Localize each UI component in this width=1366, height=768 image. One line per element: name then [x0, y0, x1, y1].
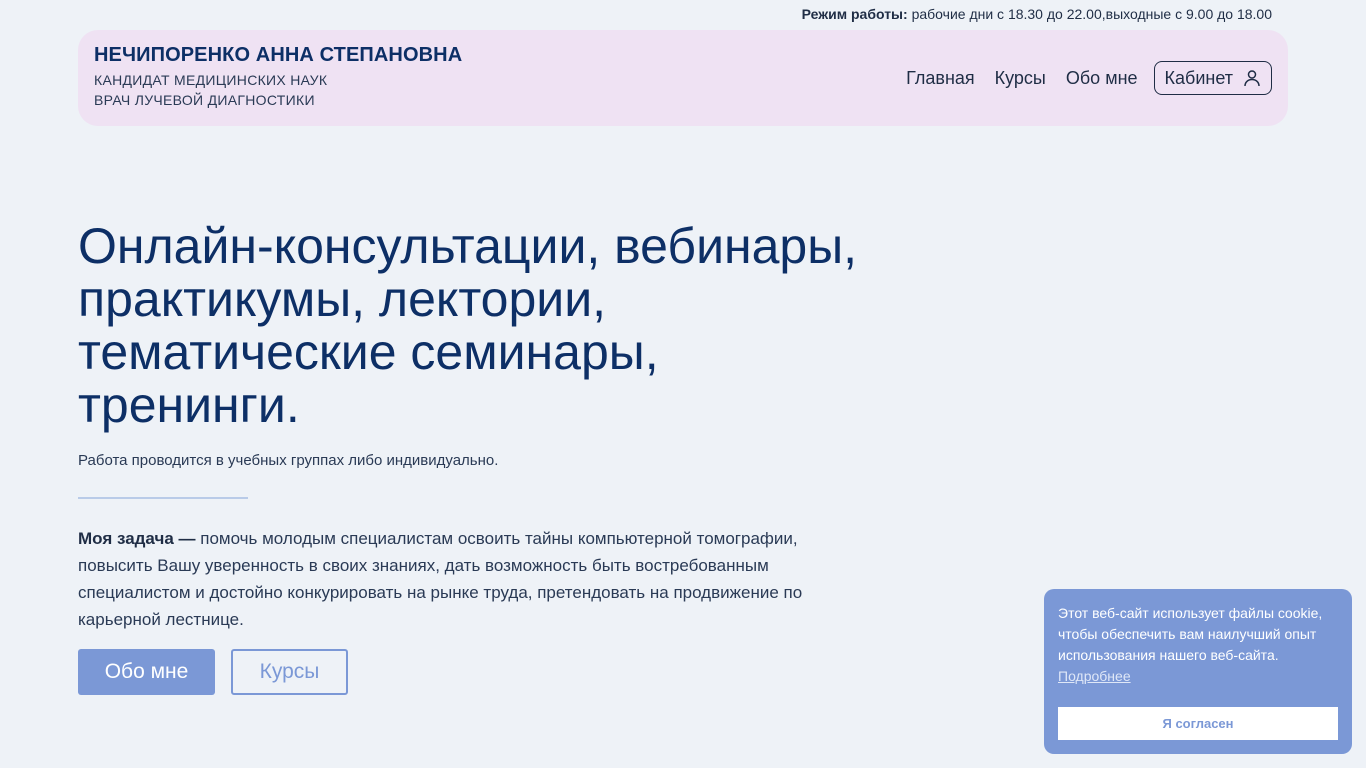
main-nav: Главная Курсы Обо мне Кабинет — [886, 61, 1272, 95]
task-label: Моя задача — — [78, 529, 196, 548]
cabinet-button[interactable]: Кабинет — [1153, 61, 1272, 95]
nav-home[interactable]: Главная — [906, 68, 975, 89]
cabinet-label: Кабинет — [1164, 67, 1233, 88]
nav-courses[interactable]: Курсы — [995, 68, 1046, 89]
brand: НЕЧИПОРЕНКО АННА СТЕПАНОВНА КАНДИДАТ МЕД… — [94, 44, 462, 110]
nav-about[interactable]: Обо мне — [1066, 68, 1138, 89]
user-icon — [1244, 70, 1260, 87]
doctor-specialty: ВРАЧ ЛУЧЕВОЙ ДИАГНОСТИКИ — [94, 92, 315, 108]
about-button[interactable]: Обо мне — [78, 649, 215, 695]
task-paragraph: Моя задача — помочь молодым специалистам… — [78, 525, 858, 633]
working-hours-value: рабочие дни с 18.30 до 22.00,выходные с … — [911, 6, 1272, 22]
divider — [78, 497, 248, 499]
doctor-name[interactable]: НЕЧИПОРЕНКО АННА СТЕПАНОВНА — [94, 44, 462, 67]
doctor-titles: КАНДИДАТ МЕДИЦИНСКИХ НАУК ВРАЧ ЛУЧЕВОЙ Д… — [94, 70, 462, 110]
doctor-degree: КАНДИДАТ МЕДИЦИНСКИХ НАУК — [94, 72, 328, 88]
working-hours: Режим работы: рабочие дни с 18.30 до 22.… — [802, 6, 1272, 22]
cookie-more-link[interactable]: Подробнее — [1058, 666, 1338, 687]
hero-subtitle: Работа проводится в учебных группах либо… — [78, 452, 499, 469]
site-header: НЕЧИПОРЕНКО АННА СТЕПАНОВНА КАНДИДАТ МЕД… — [78, 30, 1288, 126]
working-hours-label: Режим работы: — [801, 6, 908, 22]
cookie-banner: Этот веб-сайт использует файлы cookie, ч… — [1044, 589, 1352, 754]
hero-title: Онлайн-консультации, вебинары, практикум… — [78, 218, 858, 433]
cookie-accept-button[interactable]: Я согласен — [1058, 707, 1338, 740]
cookie-text: Этот веб-сайт использует файлы cookie, ч… — [1058, 605, 1323, 663]
courses-button[interactable]: Курсы — [231, 649, 348, 695]
